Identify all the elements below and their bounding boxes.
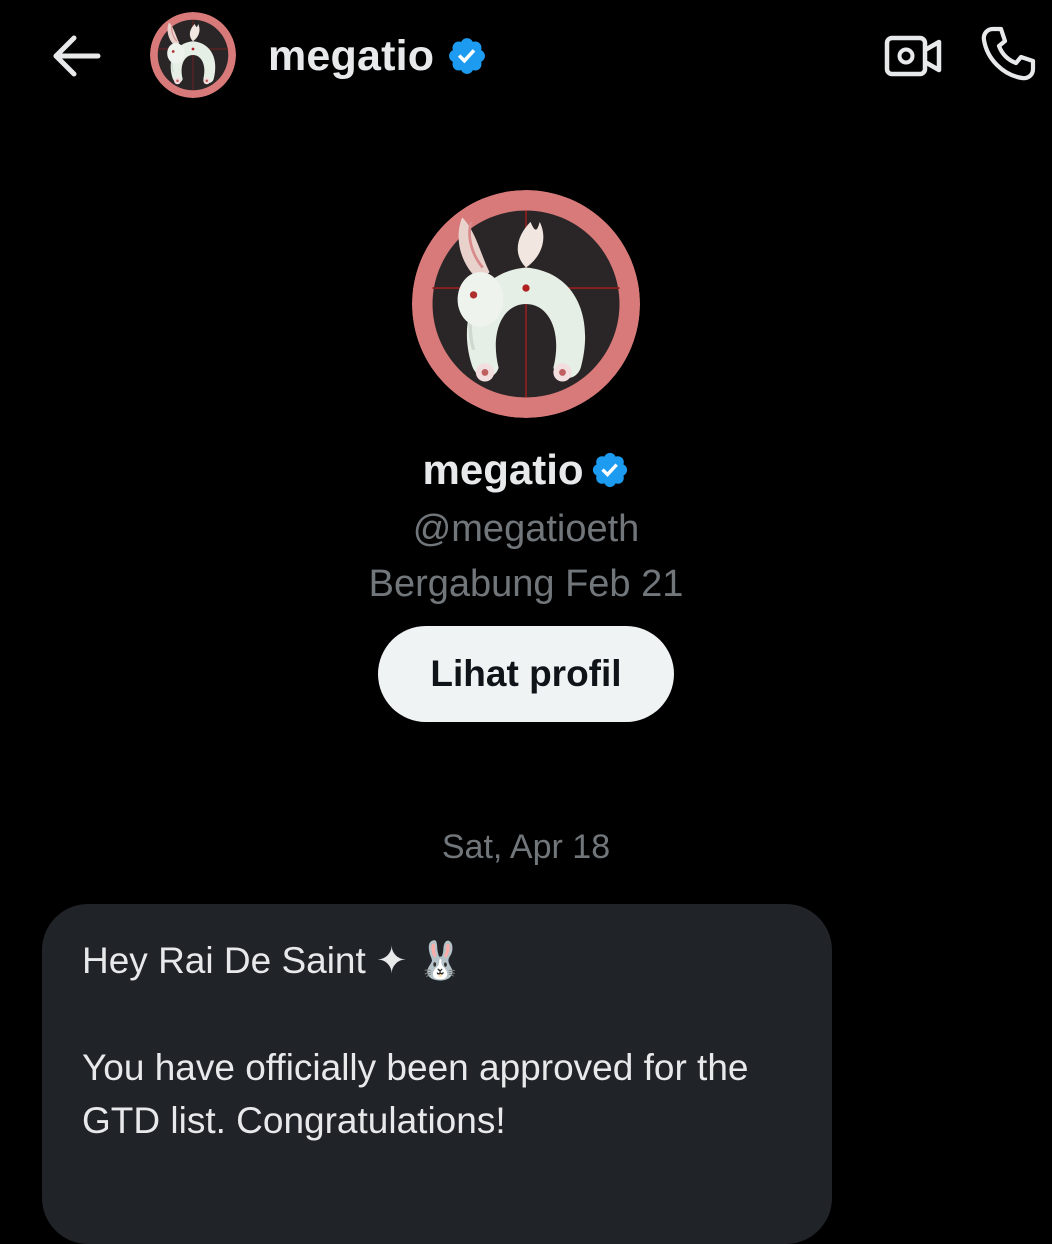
view-profile-button[interactable]: Lihat profil xyxy=(378,626,674,722)
avatar-image xyxy=(412,190,640,418)
profile-name-row: megatio xyxy=(422,442,629,498)
profile-joined-date: Bergabung Feb 21 xyxy=(368,563,684,605)
header-user[interactable]: megatio xyxy=(268,28,488,84)
voice-call-button[interactable] xyxy=(976,24,1040,84)
profile-handle: @megatioeth xyxy=(412,508,640,550)
header-name: megatio xyxy=(268,31,435,80)
message-greeting: Hey Rai De Saint ✦ 🐰 xyxy=(82,940,464,981)
profile-card: megatio @megatioeth Bergabung Feb 21 Lih… xyxy=(0,190,1052,722)
verified-badge-icon xyxy=(446,35,488,77)
phone-icon xyxy=(981,26,1036,81)
message-bubble[interactable]: Hey Rai De Saint ✦ 🐰 You have officially… xyxy=(42,904,832,1244)
verified-badge-icon xyxy=(590,450,630,490)
profile-name: megatio xyxy=(422,446,584,493)
profile-avatar[interactable] xyxy=(412,190,640,418)
avatar-image xyxy=(150,12,236,98)
video-camera-icon xyxy=(884,35,942,77)
conversation-header: megatio xyxy=(0,0,1052,112)
message-body: You have officially been approved for th… xyxy=(82,1047,749,1141)
date-separator: Sat, Apr 18 xyxy=(441,828,611,866)
header-avatar[interactable] xyxy=(150,12,236,98)
video-call-button[interactable] xyxy=(882,30,944,82)
arrow-left-icon xyxy=(53,35,101,77)
back-button[interactable] xyxy=(46,30,106,82)
